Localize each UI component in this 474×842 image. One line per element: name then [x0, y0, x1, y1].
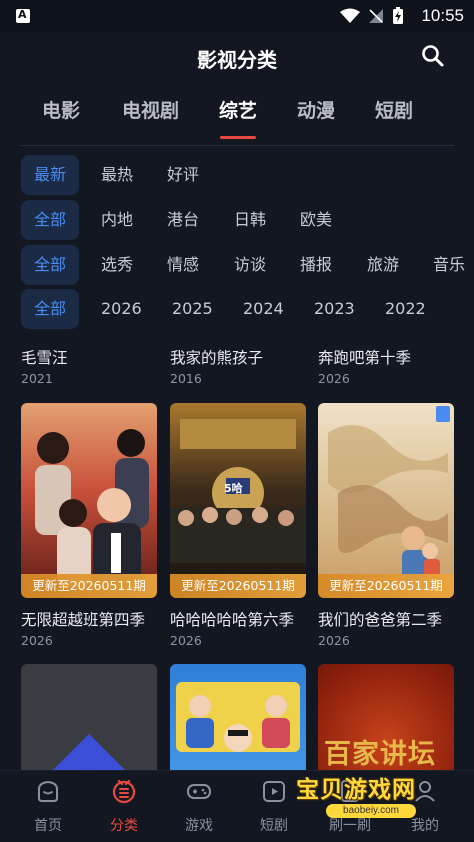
card-title: 毛雪汪: [21, 349, 68, 367]
filter-chip[interactable]: 日韩: [234, 200, 266, 240]
watermark-url: baobeiy.com: [326, 804, 416, 818]
nav-label: 短剧: [260, 818, 288, 834]
card-year: 2026: [318, 633, 350, 648]
card-year: 2026: [21, 633, 53, 648]
poster-image: 更新至20260511期: [318, 403, 454, 598]
filter-row-genre: 全部 选秀 情感 访谈 播报 旅游 音乐: [0, 245, 474, 287]
filter-chip[interactable]: 2024: [243, 289, 284, 329]
filter-chip[interactable]: 欧美: [300, 200, 332, 240]
active-tab-indicator: [220, 136, 256, 139]
filter-chip[interactable]: 情感: [167, 245, 199, 285]
nav-home[interactable]: 首页: [18, 777, 78, 835]
filter-chip[interactable]: 港台: [167, 200, 199, 240]
poster-image: 更新至20260511期: [21, 403, 157, 598]
filter-row-year: 全部 2026 2025 2024 2023 2022: [0, 289, 474, 331]
play-box-icon: [263, 781, 285, 802]
nav-label: 分类: [110, 818, 138, 834]
tab-tv-series[interactable]: 电视剧: [122, 96, 179, 123]
card-title: 我们的爸爸第二季: [318, 611, 443, 629]
nav-short-drama[interactable]: 短剧: [244, 777, 304, 835]
watermark-title: 宝贝游戏网: [296, 777, 416, 803]
tab-movie[interactable]: 电影: [42, 96, 80, 123]
filter-chip[interactable]: 播报: [300, 245, 332, 285]
card-title: 无限超越班第四季: [21, 611, 146, 629]
poster-image: 5哈 更新至20260511期: [170, 403, 306, 598]
filter-chip[interactable]: 全部: [21, 245, 79, 285]
filter-chip[interactable]: 访谈: [234, 245, 266, 285]
card-year: 2021: [21, 371, 53, 386]
poster-text: 百家讲坛: [324, 739, 436, 770]
search-button[interactable]: [420, 43, 446, 69]
tab-variety[interactable]: 综艺: [219, 96, 257, 123]
update-badge: 更新至20260511期: [170, 574, 306, 598]
filter-row-sort: 最新 最热 好评: [0, 155, 474, 197]
gamepad-icon: [187, 784, 211, 799]
tab-anime[interactable]: 动漫: [297, 96, 335, 123]
header: 影视分类: [0, 32, 474, 84]
filter-chip[interactable]: 2026: [101, 289, 142, 329]
app-notification-icon: [16, 8, 30, 23]
filter-row-region: 全部 内地 港台 日韩 欧美: [0, 200, 474, 242]
update-badge: 更新至20260511期: [318, 574, 454, 598]
update-badge: 更新至20260511期: [21, 574, 157, 598]
battery-charging-icon: [393, 7, 403, 24]
watermark-logo: 宝贝游戏网 baobeiy.com: [296, 770, 446, 830]
card-year: 2026: [318, 371, 350, 386]
filter-chip[interactable]: 全部: [21, 200, 79, 240]
status-bar: 10:55: [0, 0, 474, 32]
no-signal-icon: [369, 9, 383, 23]
filter-chip[interactable]: 2025: [172, 289, 213, 329]
nav-games[interactable]: 游戏: [169, 777, 229, 835]
card-title: 奔跑吧第十季: [318, 349, 412, 367]
nav-label: 首页: [34, 818, 62, 834]
filter-chip[interactable]: 最热: [101, 155, 133, 195]
status-icons: [340, 7, 404, 25]
tab-short-drama[interactable]: 短剧: [375, 96, 413, 123]
status-time: 10:55: [421, 6, 464, 25]
filter-chip[interactable]: 2022: [385, 289, 426, 329]
category-tabs: 电影 电视剧 综艺 动漫 短剧: [0, 84, 474, 146]
filter-chip[interactable]: 音乐: [433, 245, 465, 285]
wifi-icon: [340, 8, 360, 23]
divider: [20, 145, 454, 146]
search-icon: [422, 45, 444, 67]
card-year: 2026: [170, 633, 202, 648]
home-icon: [38, 780, 58, 802]
card-year: 2016: [170, 371, 202, 386]
filter-chip[interactable]: 2023: [314, 289, 355, 329]
filter-chip[interactable]: 选秀: [101, 245, 133, 285]
filter-chip[interactable]: 旅游: [367, 245, 399, 285]
filter-chip[interactable]: 内地: [101, 200, 133, 240]
nav-label: 游戏: [185, 818, 213, 834]
poster-logo: 5哈: [224, 482, 243, 495]
filter-chip[interactable]: 最新: [21, 155, 79, 195]
nav-category[interactable]: 分类: [94, 777, 154, 835]
category-icon: [112, 779, 136, 804]
card-title: 我家的熊孩子: [170, 349, 264, 367]
filter-chip[interactable]: 好评: [167, 155, 199, 195]
card-title: 哈哈哈哈哈第六季: [170, 611, 295, 629]
page-title: 影视分类: [197, 48, 277, 72]
filter-chip[interactable]: 全部: [21, 289, 79, 329]
